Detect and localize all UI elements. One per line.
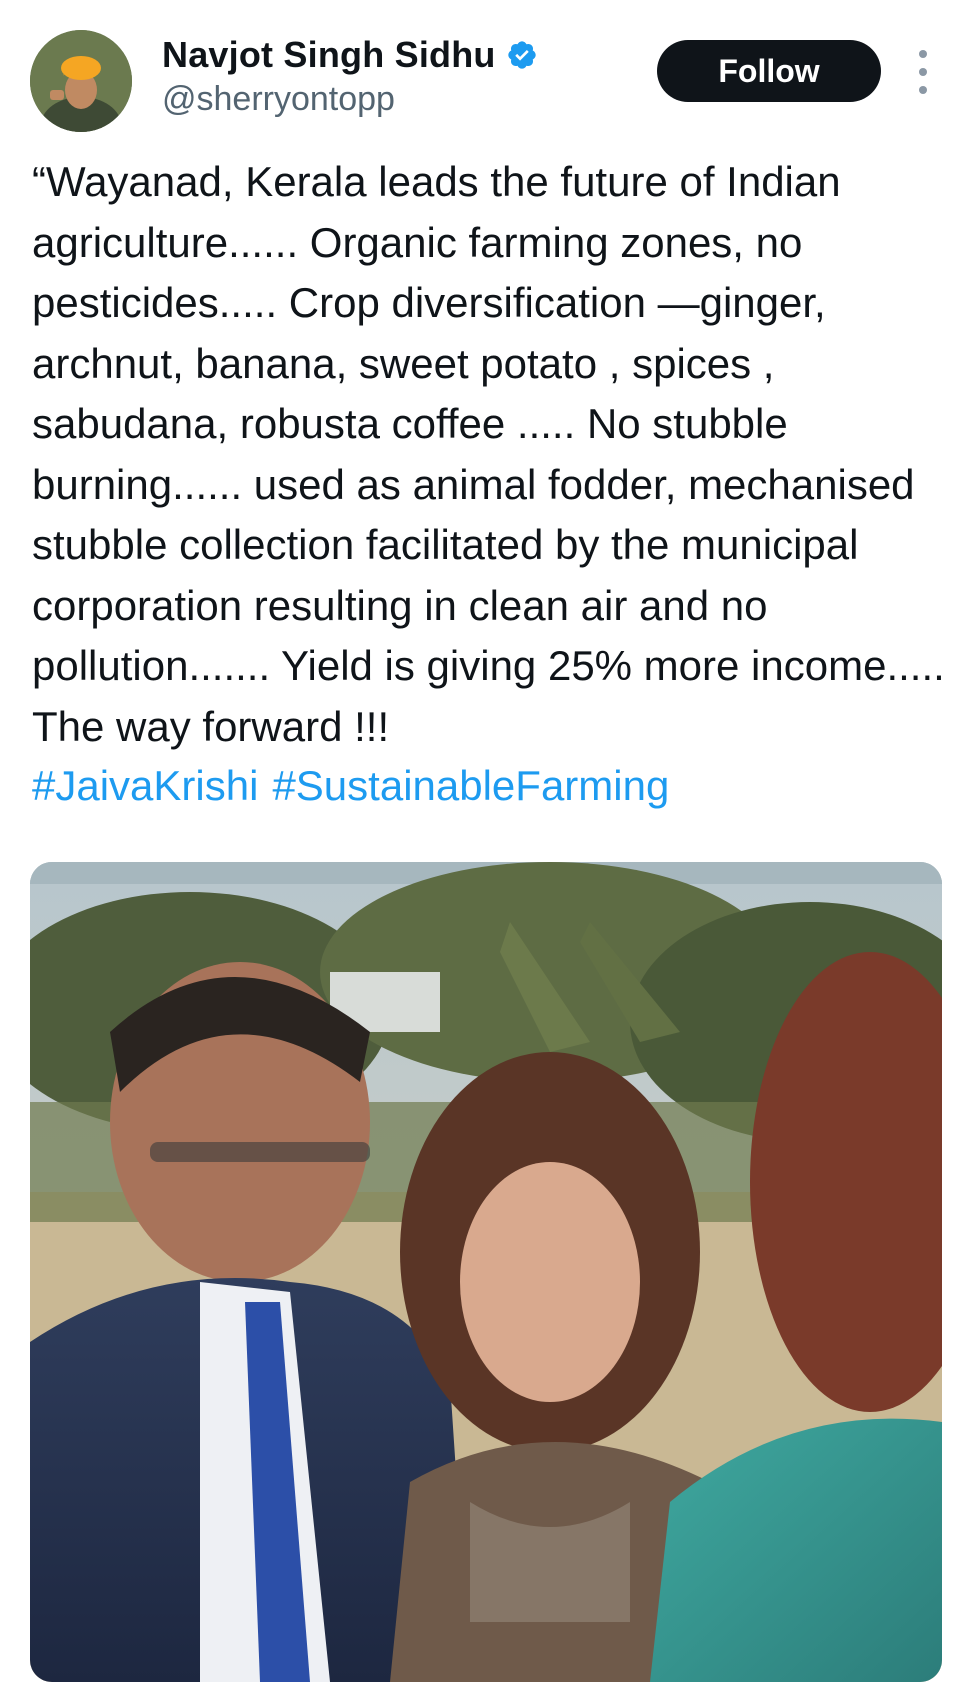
more-dot [919,50,927,58]
display-name-row: Navjot Singh Sidhu [162,32,538,78]
verified-badge-icon [506,39,538,71]
tweet-body-text: “Wayanad, Kerala leads the future of Ind… [32,158,956,750]
more-options-icon[interactable] [912,50,934,94]
attached-photo-icon [30,862,942,1682]
follow-button[interactable]: Follow [657,40,881,102]
tweet-header: Navjot Singh Sidhu @sherryontopp Follow [0,0,972,140]
hashtag-link[interactable]: #JaivaKrishi [32,762,258,809]
tweet-media-photo[interactable] [30,862,942,1682]
hashtag-link[interactable]: #SustainableFarming [272,762,669,809]
tweet-hashtags: #JaivaKrishi #SustainableFarming [32,756,683,816]
more-dot [919,68,927,76]
author-display-name[interactable]: Navjot Singh Sidhu [162,34,496,76]
author-info: Navjot Singh Sidhu @sherryontopp [162,32,538,119]
author-handle[interactable]: @sherryontopp [162,80,538,119]
author-avatar[interactable] [30,30,132,132]
avatar-photo-icon [30,30,132,132]
more-dot [919,86,927,94]
